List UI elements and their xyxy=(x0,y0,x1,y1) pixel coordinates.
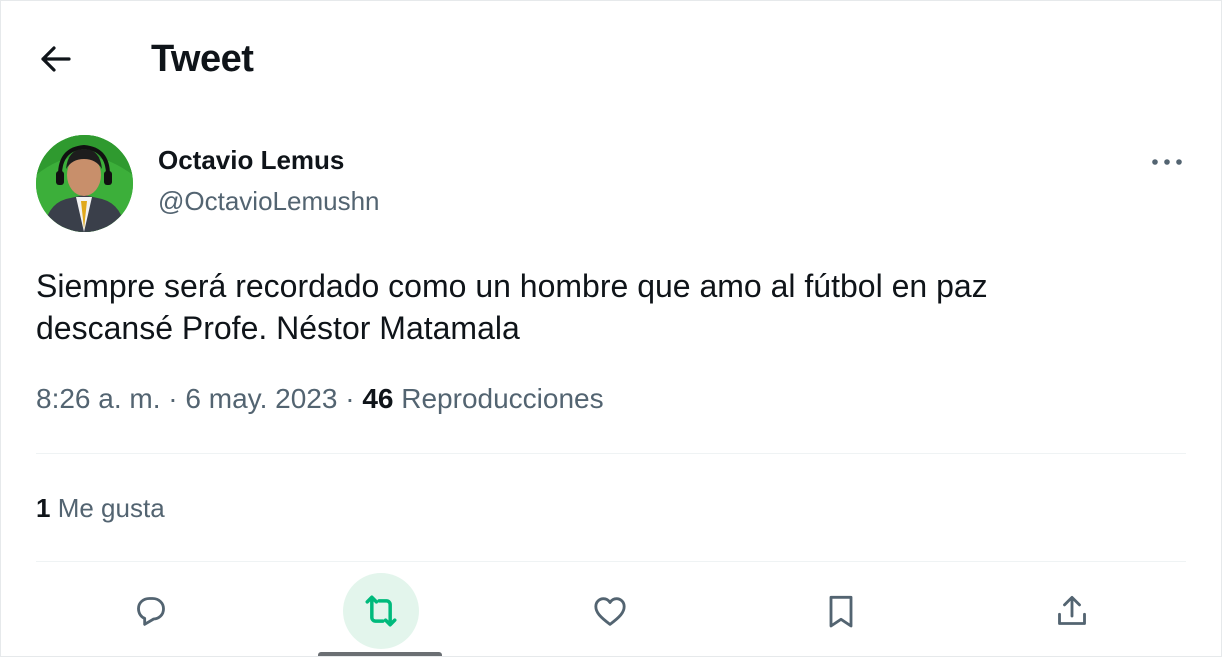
heart-icon xyxy=(594,597,626,626)
tweet-text-line: descansé Profe. Néstor Matamala xyxy=(36,310,520,346)
reply-icon xyxy=(137,597,165,626)
tweet-text: Siempre será recordado como un hombre qu… xyxy=(36,265,1186,349)
tweet-page: Tweet Octavio Lemus @OctavioLemushn Siem… xyxy=(0,0,1222,657)
meta-separator: · xyxy=(345,383,355,414)
likes-link[interactable]: 1 Me gusta xyxy=(36,492,165,524)
more-options-button[interactable] xyxy=(1141,146,1193,178)
meta-separator: · xyxy=(168,383,178,414)
retweet-icon xyxy=(365,595,397,627)
scrollbar-thumb[interactable] xyxy=(318,652,442,656)
views-count: 46 xyxy=(362,383,394,414)
divider xyxy=(36,561,1186,562)
tweet-time[interactable]: 8:26 a. m. xyxy=(36,383,161,414)
retweet-button[interactable] xyxy=(343,573,419,649)
divider xyxy=(36,453,1186,454)
tweet-text-line: Siempre será recordado como un hombre qu… xyxy=(36,268,988,304)
views-label: Reproducciones xyxy=(401,383,604,414)
more-dots-icon xyxy=(1152,159,1182,165)
share-button[interactable] xyxy=(1040,579,1104,643)
bookmark-button[interactable] xyxy=(809,579,873,643)
like-button[interactable] xyxy=(578,579,642,643)
back-button[interactable] xyxy=(29,37,81,81)
tweet-meta: 8:26 a. m. · 6 may. 2023 · 46 Reproducci… xyxy=(36,381,604,417)
author-name[interactable]: Octavio Lemus xyxy=(158,144,344,176)
bookmark-icon xyxy=(829,595,853,628)
share-icon xyxy=(1058,595,1086,625)
likes-label: Me gusta xyxy=(57,493,165,523)
tweet-date[interactable]: 6 may. 2023 xyxy=(185,383,337,414)
likes-count: 1 xyxy=(36,493,51,523)
arrow-left-icon xyxy=(41,46,71,72)
author-handle[interactable]: @OctavioLemushn xyxy=(158,185,380,217)
avatar[interactable] xyxy=(36,135,133,232)
page-title: Tweet xyxy=(151,38,254,80)
reply-button[interactable] xyxy=(119,579,183,643)
